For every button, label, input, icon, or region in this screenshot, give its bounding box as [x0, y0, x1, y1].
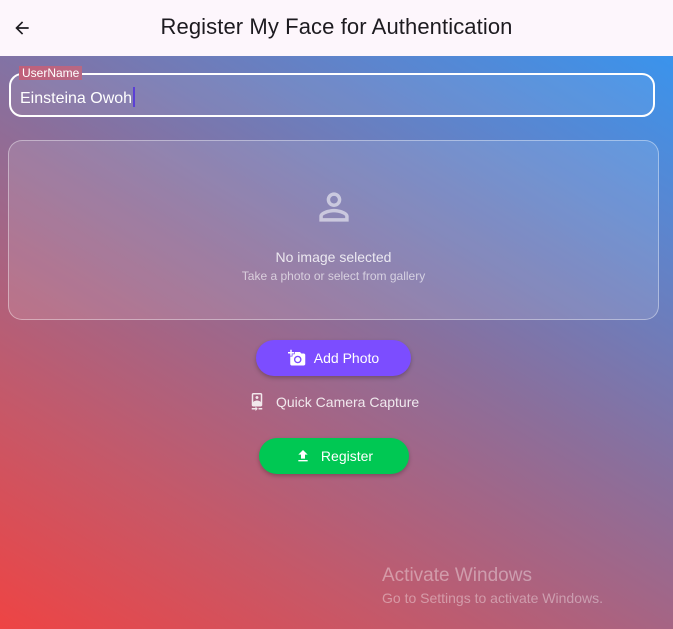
- quick-camera-capture-button[interactable]: Quick Camera Capture: [248, 390, 426, 414]
- add-photo-button[interactable]: Add Photo: [256, 340, 411, 376]
- add-a-photo-icon: [287, 349, 306, 366]
- username-input[interactable]: Einsteina Owoh: [20, 87, 135, 108]
- add-photo-label: Add Photo: [313, 350, 380, 366]
- username-label: UserName: [19, 66, 83, 80]
- image-hint-text: Take a photo or select from gallery: [241, 269, 426, 283]
- text-cursor: [133, 87, 135, 107]
- quick-camera-capture-label: Quick Camera Capture: [276, 394, 420, 410]
- username-value: Einsteina Owoh: [20, 90, 133, 107]
- activate-windows-title: Activate Windows: [382, 565, 532, 586]
- register-label: Register: [320, 448, 374, 464]
- register-face-screen: Register My Face for Authentication User…: [0, 0, 673, 629]
- image-preview: No image selected Take a photo or select…: [8, 140, 659, 320]
- no-image-text: No image selected: [275, 249, 392, 265]
- camera-front-icon: [251, 393, 263, 411]
- username-field[interactable]: UserName Einsteina Owoh: [9, 66, 655, 117]
- upload-icon: [298, 450, 308, 462]
- app-bar: Register My Face for Authentication: [0, 0, 673, 56]
- person-outline-icon: [319, 192, 349, 222]
- register-button[interactable]: Register: [259, 438, 409, 474]
- page-title: Register My Face for Authentication: [160, 14, 513, 39]
- activate-windows-subtitle: Go to Settings to activate Windows.: [382, 590, 603, 606]
